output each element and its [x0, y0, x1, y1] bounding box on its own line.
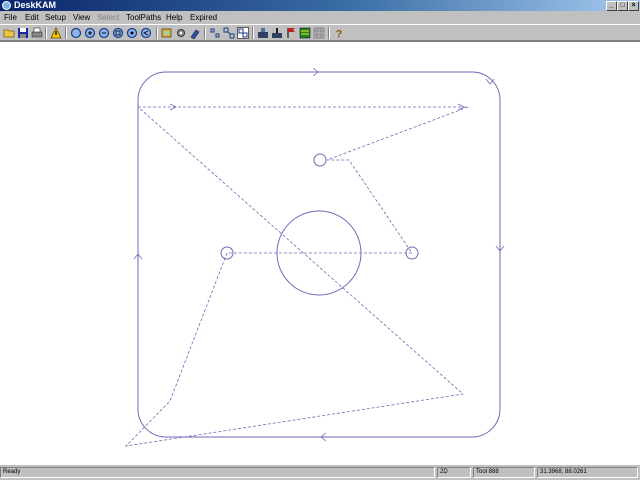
zoom-previous-icon[interactable]: [140, 27, 152, 39]
toolbar-separator: [252, 27, 254, 39]
status-message: Ready: [0, 467, 435, 478]
outer-profile-path: [137, 71, 501, 438]
status-mode: 2D: [437, 467, 471, 478]
toolbar-separator: [65, 27, 67, 39]
color-icon[interactable]: [299, 27, 311, 39]
help-icon[interactable]: ?: [333, 27, 345, 40]
menu-bar: File Edit Setup View Select ToolPaths He…: [0, 11, 640, 24]
menu-edit[interactable]: Edit: [25, 11, 39, 24]
drawing-canvas[interactable]: [0, 41, 640, 465]
zoom-in-icon[interactable]: [84, 27, 96, 39]
menu-toolpaths[interactable]: ToolPaths: [126, 11, 161, 24]
menu-setup[interactable]: Setup: [45, 11, 66, 24]
minimize-button[interactable]: _: [606, 1, 617, 11]
menu-file[interactable]: File: [4, 11, 17, 24]
settings-icon[interactable]: [175, 27, 187, 39]
svg-text:?: ?: [336, 29, 343, 40]
close-button[interactable]: ×: [628, 1, 639, 11]
toolbar-separator: [156, 27, 158, 39]
grid-icon[interactable]: [313, 27, 325, 39]
drill-icon[interactable]: [271, 27, 283, 39]
print-icon[interactable]: [31, 27, 43, 39]
toolbar: ?: [0, 24, 640, 41]
menu-view[interactable]: View: [73, 11, 90, 24]
zoom-icon[interactable]: [70, 27, 82, 39]
top-hole-path: [313, 153, 327, 167]
window-title: DeskKAM: [14, 0, 57, 10]
status-coordinates: 31.3968, 88.0261: [537, 467, 638, 478]
menu-select[interactable]: Select: [97, 11, 119, 24]
toolpath-view: [124, 67, 505, 447]
open-folder-icon[interactable]: [3, 27, 15, 39]
zoom-out-icon[interactable]: [98, 27, 110, 39]
zoom-extents-icon[interactable]: [126, 27, 138, 39]
select-objects-icon[interactable]: [237, 27, 249, 39]
points-icon[interactable]: [209, 27, 221, 39]
status-tool: Tool 888: [473, 467, 535, 478]
menu-help[interactable]: Help: [166, 11, 182, 24]
save-icon[interactable]: [17, 27, 29, 39]
menu-expired[interactable]: Expired: [190, 11, 217, 24]
rapid-move-path: [124, 106, 469, 447]
zoom-window-icon[interactable]: [112, 27, 124, 39]
app-icon: [2, 1, 11, 10]
machine-icon[interactable]: [257, 27, 269, 39]
toolbar-separator: [204, 27, 206, 39]
toolbar-separator: [328, 27, 330, 39]
maximize-button[interactable]: □: [617, 1, 628, 11]
select-nodes-icon[interactable]: [223, 27, 235, 39]
toolbar-separator: [45, 27, 47, 39]
right-hole-path: [405, 246, 419, 260]
tool-icon[interactable]: [189, 27, 201, 39]
warning-icon[interactable]: [50, 27, 62, 39]
title-bar: DeskKAM _ □ ×: [0, 0, 640, 11]
status-bar: Ready 2D Tool 888 31.3968, 88.0261: [0, 465, 640, 480]
flag-icon[interactable]: [285, 27, 297, 39]
layers-icon[interactable]: [161, 27, 173, 39]
